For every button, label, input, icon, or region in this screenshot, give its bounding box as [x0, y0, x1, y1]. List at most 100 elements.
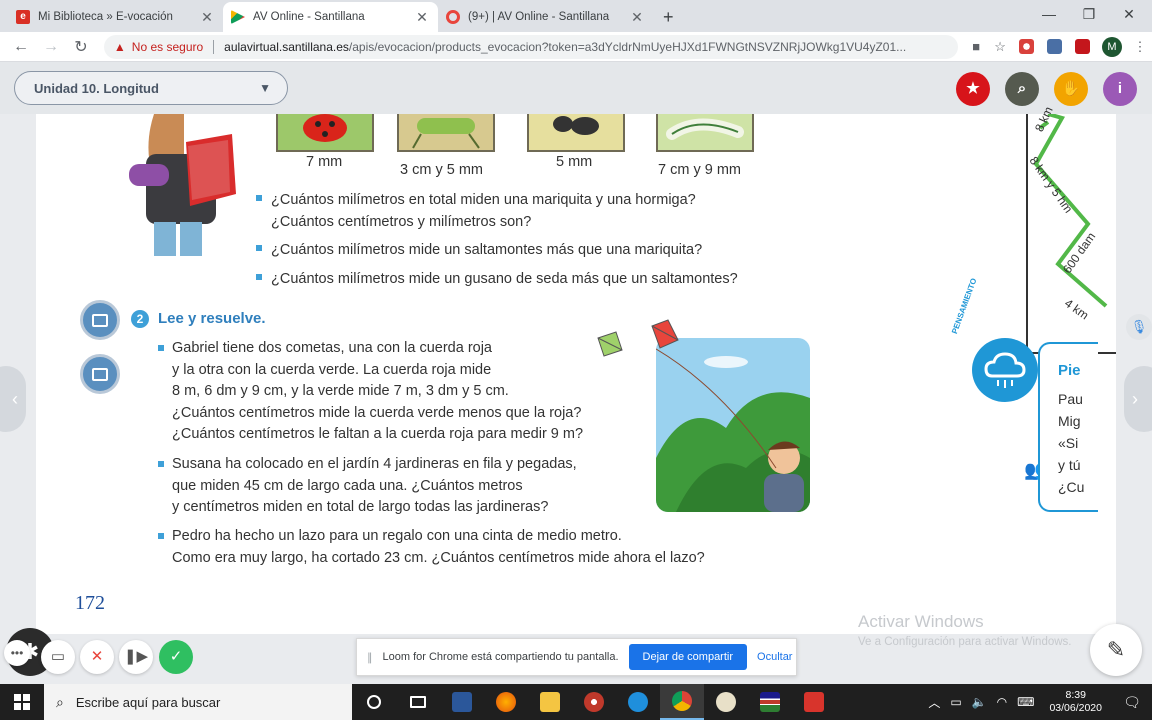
problem-line: y centímetros miden en total de largo to…	[172, 499, 549, 515]
search-button[interactable]: ⌕	[1005, 72, 1039, 106]
word-icon	[452, 692, 472, 712]
task-view-icon	[410, 696, 426, 708]
camera-toggle-button[interactable]: ▭	[41, 640, 75, 674]
grasshopper-measure: 3 cm y 5 mm	[400, 162, 483, 178]
close-tab-icon[interactable]: ✕	[414, 9, 430, 26]
problem-item: Pedro ha hecho un lazo para un regalo co…	[158, 526, 798, 569]
activity-calendar-button[interactable]	[80, 300, 120, 340]
favorites-star-button[interactable]: ★	[956, 72, 990, 106]
warning-icon: ▲	[113, 39, 126, 54]
tab-title: (9+) | AV Online - Santillana	[468, 11, 610, 23]
taskbar-search[interactable]: ⌕ Escribe aquí para buscar	[44, 684, 352, 720]
drag-handle-icon[interactable]: ∥	[367, 651, 373, 664]
bullet-square-icon	[158, 461, 164, 467]
extension-puzzle-icon[interactable]	[1040, 39, 1068, 54]
taskbar-paint[interactable]	[704, 684, 748, 720]
silkworm-image	[656, 114, 754, 152]
page-number: 172	[75, 592, 105, 614]
url-path: /apis/evocacion/products_evocacion?token…	[348, 39, 907, 54]
clock[interactable]: 8:39 03/06/2020	[1039, 689, 1112, 715]
volume-icon[interactable]: 🔈	[967, 695, 992, 709]
keyboard-icon[interactable]: ⌨	[1012, 695, 1039, 709]
security-status[interactable]: No es seguro	[132, 40, 203, 54]
taskbar-app[interactable]	[572, 684, 616, 720]
back-icon[interactable]: ←	[6, 38, 36, 56]
ant-measure: 5 mm	[556, 154, 593, 170]
grasshopper-icon	[412, 118, 480, 149]
battery-icon[interactable]: ▭	[945, 695, 966, 709]
close-tab-icon[interactable]: ✕	[199, 9, 215, 26]
folder-icon	[540, 692, 560, 712]
target-favicon-icon	[446, 10, 460, 24]
raise-hand-button[interactable]: ✋	[1054, 72, 1088, 106]
bullet-square-icon	[256, 245, 262, 252]
show-hidden-icons[interactable]: ︿	[923, 694, 945, 711]
notifications-icon[interactable]: 🗨	[1112, 694, 1152, 711]
chrome-icon	[672, 691, 692, 711]
more-options-button[interactable]: •••	[4, 640, 30, 666]
info-icon: i	[1117, 80, 1123, 97]
close-icon: ✕	[90, 648, 104, 665]
question-item: ¿Cuántos milímetros en total miden una m…	[256, 190, 696, 233]
extension-loom-icon[interactable]	[1012, 39, 1040, 54]
card-title: Pie	[1058, 362, 1081, 379]
new-tab-button[interactable]: +	[653, 2, 684, 32]
unit-selector[interactable]: Unidad 10. Longitud ▼	[14, 71, 288, 105]
start-button[interactable]	[0, 684, 44, 720]
taskbar-file-explorer[interactable]	[528, 684, 572, 720]
url-text[interactable]: aulavirtual.santillana.es/apis/evocacion…	[224, 40, 948, 54]
taskbar-word[interactable]	[440, 684, 484, 720]
ant-image	[527, 114, 625, 152]
browser-toolbar: ← → ↻ ▲ No es seguro aulavirtual.santill…	[0, 32, 1152, 62]
reload-icon[interactable]: ↻	[66, 37, 96, 57]
ladybug-icon	[303, 114, 347, 142]
tab-av-online[interactable]: AV Online - Santillana ✕	[223, 2, 438, 32]
microphone-button[interactable]: 🎙	[1126, 314, 1152, 340]
taskbar-app2[interactable]	[748, 684, 792, 720]
cortana-circle-icon	[367, 695, 381, 709]
thinking-badge	[972, 338, 1038, 402]
close-tab-icon[interactable]: ✕	[629, 9, 645, 26]
cancel-recording-button[interactable]: ✕	[80, 640, 114, 674]
pause-recording-button[interactable]: ❚▶	[119, 640, 153, 674]
profile-avatar[interactable]: M	[1102, 36, 1122, 57]
bookmark-star-icon[interactable]: ☆	[988, 39, 1012, 55]
flag-icon	[760, 692, 780, 712]
wifi-icon[interactable]: ◠	[992, 695, 1012, 709]
camera-icon[interactable]: ■	[964, 39, 988, 54]
silkworm-icon	[666, 118, 744, 140]
taskbar-chrome[interactable]	[660, 684, 704, 720]
taskbar-edge[interactable]	[616, 684, 660, 720]
evocacion-favicon-icon: e	[16, 10, 30, 24]
hide-button[interactable]: Ocultar	[757, 651, 792, 663]
next-page-button[interactable]: ›	[1124, 366, 1152, 432]
extension-acrobat-icon[interactable]	[1068, 39, 1096, 54]
annotate-button[interactable]: ✎	[1090, 624, 1142, 676]
previous-page-button[interactable]: ‹	[0, 366, 26, 432]
cloud-icon	[984, 352, 1026, 388]
section-title: Lee y resuelve.	[158, 310, 266, 327]
tab-av-online-notifications[interactable]: (9+) | AV Online - Santillana ✕	[438, 2, 653, 32]
stop-sharing-button[interactable]: Dejar de compartir	[628, 644, 748, 670]
activity-calendar-button[interactable]	[80, 354, 120, 394]
card-line: ¿Cu	[1058, 479, 1085, 495]
forward-icon[interactable]: →	[36, 38, 66, 56]
menu-kebab-icon[interactable]: ⋮	[1128, 39, 1152, 55]
close-window-icon[interactable]: ✕	[1106, 0, 1152, 30]
cortana-button[interactable]	[352, 684, 396, 720]
finish-recording-button[interactable]: ✓	[159, 640, 193, 674]
info-button[interactable]: i	[1103, 72, 1137, 106]
taskbar-firefox[interactable]	[484, 684, 528, 720]
taskbar-app3[interactable]	[792, 684, 836, 720]
calendar-check-icon	[92, 367, 108, 381]
graph-app-icon	[804, 692, 824, 712]
grasshopper-image	[397, 114, 495, 152]
tab-mi-biblioteca[interactable]: e Mi Biblioteca » E-vocación ✕	[8, 2, 223, 32]
star-icon: ★	[966, 80, 980, 97]
problem-line: Susana ha colocado en el jardín 4 jardin…	[172, 456, 577, 472]
clock-date: 03/06/2020	[1049, 702, 1102, 714]
address-bar[interactable]: ▲ No es seguro aulavirtual.santillana.es…	[103, 34, 959, 59]
app-globe-icon	[584, 692, 604, 712]
task-view-button[interactable]	[396, 684, 440, 720]
app-header: Unidad 10. Longitud ▼ ★ ⌕ ✋ i	[0, 62, 1152, 114]
